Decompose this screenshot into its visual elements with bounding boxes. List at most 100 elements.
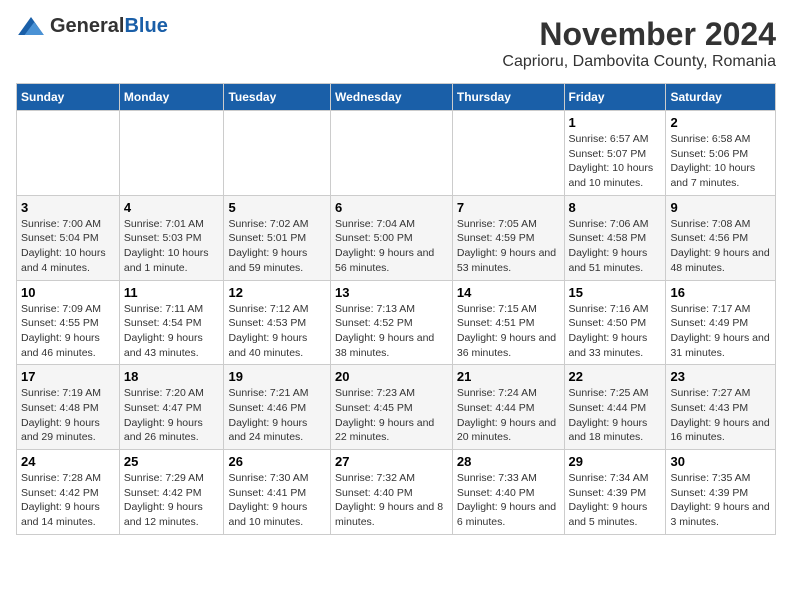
day-number: 25	[124, 454, 220, 469]
day-info: Sunrise: 7:29 AM Sunset: 4:42 PM Dayligh…	[124, 471, 220, 530]
month-title: November 2024	[502, 16, 776, 53]
day-number: 13	[335, 285, 448, 300]
calendar-cell: 26 Sunrise: 7:30 AM Sunset: 4:41 PM Dayli…	[224, 450, 331, 535]
header-wednesday: Wednesday	[331, 84, 453, 111]
logo-general: GeneralBlue	[50, 15, 168, 37]
day-info: Sunrise: 7:11 AM Sunset: 4:54 PM Dayligh…	[124, 302, 220, 361]
calendar-cell: 5 Sunrise: 7:02 AM Sunset: 5:01 PM Daylig…	[224, 195, 331, 280]
day-number: 6	[335, 200, 448, 215]
calendar-cell: 1Sunrise: 6:57 AM Sunset: 5:07 PM Daylig…	[564, 111, 666, 196]
calendar-cell	[331, 111, 453, 196]
day-number: 22	[569, 369, 662, 384]
day-number: 26	[228, 454, 326, 469]
location-title: Caprioru, Dambovita County, Romania	[502, 53, 776, 71]
calendar-week-3: 10Sunrise: 7:09 AM Sunset: 4:55 PM Dayli…	[17, 280, 776, 365]
day-info: Sunrise: 7:06 AM Sunset: 4:58 PM Dayligh…	[569, 217, 662, 276]
day-info: Sunrise: 7:24 AM Sunset: 4:44 PM Dayligh…	[457, 386, 560, 445]
day-number: 2	[670, 115, 771, 130]
calendar-week-4: 17Sunrise: 7:19 AM Sunset: 4:48 PM Dayli…	[17, 365, 776, 450]
day-info: Sunrise: 7:20 AM Sunset: 4:47 PM Dayligh…	[124, 386, 220, 445]
day-number: 20	[335, 369, 448, 384]
calendar-cell: 9 Sunrise: 7:08 AM Sunset: 4:56 PM Daylig…	[666, 195, 776, 280]
day-info: Sunrise: 7:05 AM Sunset: 4:59 PM Dayligh…	[457, 217, 560, 276]
calendar-cell	[119, 111, 224, 196]
day-number: 30	[670, 454, 771, 469]
day-number: 24	[21, 454, 115, 469]
calendar-cell: 17Sunrise: 7:19 AM Sunset: 4:48 PM Dayli…	[17, 365, 120, 450]
calendar-cell: 27 Sunrise: 7:32 AM Sunset: 4:40 PM Dayli…	[331, 450, 453, 535]
calendar-cell: 23Sunrise: 7:27 AM Sunset: 4:43 PM Dayli…	[666, 365, 776, 450]
day-info: Sunrise: 7:32 AM Sunset: 4:40 PM Dayligh…	[335, 471, 448, 530]
calendar-header-row: Sunday Monday Tuesday Wednesday Thursday…	[17, 84, 776, 111]
calendar-cell: 13 Sunrise: 7:13 AM Sunset: 4:52 PM Dayli…	[331, 280, 453, 365]
day-number: 7	[457, 200, 560, 215]
calendar-cell: 11Sunrise: 7:11 AM Sunset: 4:54 PM Dayli…	[119, 280, 224, 365]
day-number: 29	[569, 454, 662, 469]
calendar-cell: 14 Sunrise: 7:15 AM Sunset: 4:51 PM Dayli…	[452, 280, 564, 365]
day-info: Sunrise: 7:01 AM Sunset: 5:03 PM Dayligh…	[124, 217, 220, 276]
day-number: 19	[228, 369, 326, 384]
day-number: 18	[124, 369, 220, 384]
day-info: Sunrise: 7:19 AM Sunset: 4:48 PM Dayligh…	[21, 386, 115, 445]
header: GeneralBlue November 2024 Caprioru, Damb…	[16, 16, 776, 71]
day-number: 10	[21, 285, 115, 300]
calendar-cell: 24 Sunrise: 7:28 AM Sunset: 4:42 PM Dayli…	[17, 450, 120, 535]
calendar-cell: 28Sunrise: 7:33 AM Sunset: 4:40 PM Dayli…	[452, 450, 564, 535]
day-info: Sunrise: 6:58 AM Sunset: 5:06 PM Dayligh…	[670, 132, 771, 191]
header-sunday: Sunday	[17, 84, 120, 111]
day-number: 8	[569, 200, 662, 215]
day-info: Sunrise: 7:16 AM Sunset: 4:50 PM Dayligh…	[569, 302, 662, 361]
header-friday: Friday	[564, 84, 666, 111]
day-number: 9	[670, 200, 771, 215]
title-area: November 2024 Caprioru, Dambovita County…	[502, 16, 776, 71]
day-number: 4	[124, 200, 220, 215]
calendar-cell: 10Sunrise: 7:09 AM Sunset: 4:55 PM Dayli…	[17, 280, 120, 365]
day-info: Sunrise: 7:15 AM Sunset: 4:51 PM Dayligh…	[457, 302, 560, 361]
calendar-cell: 19 Sunrise: 7:21 AM Sunset: 4:46 PM Dayli…	[224, 365, 331, 450]
header-thursday: Thursday	[452, 84, 564, 111]
day-number: 5	[228, 200, 326, 215]
day-info: Sunrise: 7:12 AM Sunset: 4:53 PM Dayligh…	[228, 302, 326, 361]
calendar-cell: 7 Sunrise: 7:05 AM Sunset: 4:59 PM Daylig…	[452, 195, 564, 280]
day-number: 3	[21, 200, 115, 215]
calendar-cell: 21 Sunrise: 7:24 AM Sunset: 4:44 PM Dayli…	[452, 365, 564, 450]
day-info: Sunrise: 7:27 AM Sunset: 4:43 PM Dayligh…	[670, 386, 771, 445]
day-number: 27	[335, 454, 448, 469]
day-info: Sunrise: 7:04 AM Sunset: 5:00 PM Dayligh…	[335, 217, 448, 276]
calendar-table: Sunday Monday Tuesday Wednesday Thursday…	[16, 83, 776, 535]
day-info: Sunrise: 7:33 AM Sunset: 4:40 PM Dayligh…	[457, 471, 560, 530]
day-info: Sunrise: 7:28 AM Sunset: 4:42 PM Dayligh…	[21, 471, 115, 530]
calendar-cell	[224, 111, 331, 196]
header-tuesday: Tuesday	[224, 84, 331, 111]
calendar-cell: 2 Sunrise: 6:58 AM Sunset: 5:06 PM Daylig…	[666, 111, 776, 196]
header-saturday: Saturday	[666, 84, 776, 111]
day-info: Sunrise: 7:30 AM Sunset: 4:41 PM Dayligh…	[228, 471, 326, 530]
day-info: Sunrise: 7:23 AM Sunset: 4:45 PM Dayligh…	[335, 386, 448, 445]
day-info: Sunrise: 7:21 AM Sunset: 4:46 PM Dayligh…	[228, 386, 326, 445]
calendar-cell: 29 Sunrise: 7:34 AM Sunset: 4:39 PM Dayli…	[564, 450, 666, 535]
calendar-cell: 4 Sunrise: 7:01 AM Sunset: 5:03 PM Daylig…	[119, 195, 224, 280]
logo-icon	[16, 17, 46, 35]
day-number: 21	[457, 369, 560, 384]
calendar-cell: 18 Sunrise: 7:20 AM Sunset: 4:47 PM Dayli…	[119, 365, 224, 450]
day-info: Sunrise: 7:02 AM Sunset: 5:01 PM Dayligh…	[228, 217, 326, 276]
calendar-week-1: 1Sunrise: 6:57 AM Sunset: 5:07 PM Daylig…	[17, 111, 776, 196]
calendar-cell: 30Sunrise: 7:35 AM Sunset: 4:39 PM Dayli…	[666, 450, 776, 535]
day-number: 16	[670, 285, 771, 300]
calendar-cell: 12Sunrise: 7:12 AM Sunset: 4:53 PM Dayli…	[224, 280, 331, 365]
header-monday: Monday	[119, 84, 224, 111]
calendar-cell	[17, 111, 120, 196]
day-info: Sunrise: 7:13 AM Sunset: 4:52 PM Dayligh…	[335, 302, 448, 361]
day-info: Sunrise: 7:25 AM Sunset: 4:44 PM Dayligh…	[569, 386, 662, 445]
calendar-cell: 8 Sunrise: 7:06 AM Sunset: 4:58 PM Daylig…	[564, 195, 666, 280]
day-info: Sunrise: 7:34 AM Sunset: 4:39 PM Dayligh…	[569, 471, 662, 530]
day-info: Sunrise: 7:08 AM Sunset: 4:56 PM Dayligh…	[670, 217, 771, 276]
calendar-week-5: 24 Sunrise: 7:28 AM Sunset: 4:42 PM Dayli…	[17, 450, 776, 535]
calendar-week-2: 3 Sunrise: 7:00 AM Sunset: 5:04 PM Daylig…	[17, 195, 776, 280]
calendar-cell	[452, 111, 564, 196]
day-number: 14	[457, 285, 560, 300]
calendar-cell: 25 Sunrise: 7:29 AM Sunset: 4:42 PM Dayli…	[119, 450, 224, 535]
calendar-cell: 16Sunrise: 7:17 AM Sunset: 4:49 PM Dayli…	[666, 280, 776, 365]
day-info: Sunrise: 7:00 AM Sunset: 5:04 PM Dayligh…	[21, 217, 115, 276]
calendar-cell: 6 Sunrise: 7:04 AM Sunset: 5:00 PM Daylig…	[331, 195, 453, 280]
